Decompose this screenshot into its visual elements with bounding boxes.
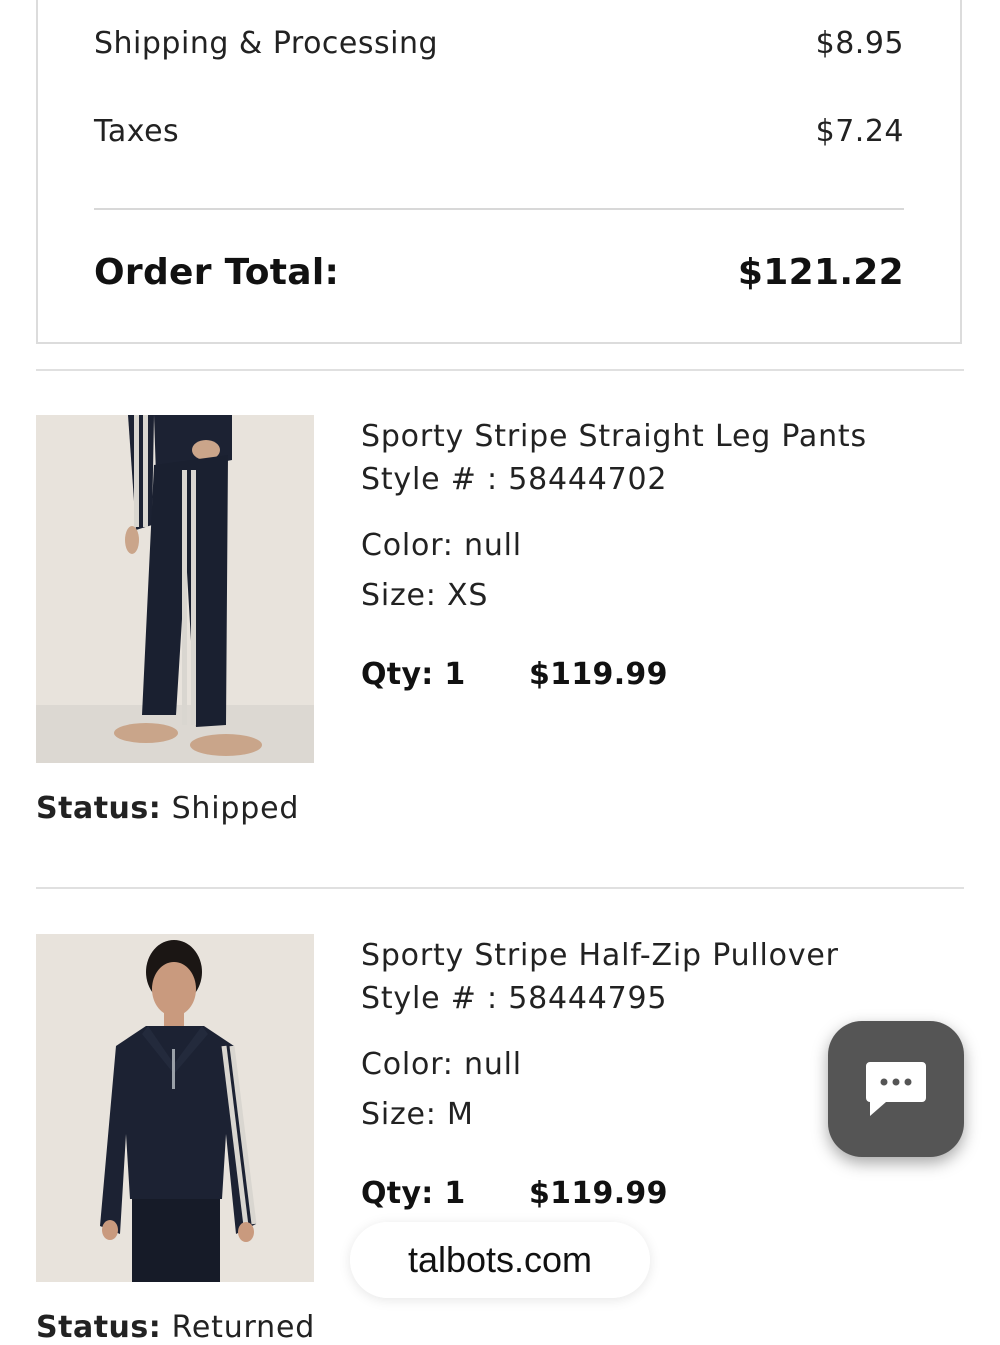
item-qty: Qty: 1 [361, 1176, 466, 1211]
item-style-number: Style # : 58444702 [361, 462, 668, 497]
item-price: $119.99 [529, 657, 668, 692]
chat-bubble-icon [866, 1062, 926, 1116]
item-style-number: Style # : 58444795 [361, 981, 668, 1016]
item-name[interactable]: Sporty Stripe Half-Zip Pullover [361, 934, 964, 977]
browser-url-text: talbots.com [407, 1239, 593, 1280]
item-details: Sporty Stripe Straight Leg Pants Style #… [361, 415, 964, 692]
shipping-row: Shipping & Processing $8.95 [94, 26, 904, 61]
status-label: Status: [36, 791, 162, 826]
item-name[interactable]: Sporty Stripe Straight Leg Pants [361, 415, 964, 458]
browser-url-bar[interactable]: talbots.com [350, 1222, 650, 1298]
order-total-label: Order Total: [94, 252, 340, 293]
item-color: Color: null [361, 528, 522, 563]
status-value: Shipped [171, 791, 300, 826]
summary-divider [94, 208, 904, 210]
item-price: $119.99 [529, 1176, 668, 1211]
section-divider [36, 887, 964, 889]
taxes-row: Taxes $7.24 [94, 114, 904, 149]
shipping-label: Shipping & Processing [94, 26, 439, 61]
shipping-value: $8.95 [815, 26, 904, 61]
status-label: Status: [36, 1310, 162, 1345]
item-size: Size: XS [361, 578, 489, 613]
pullover-product-photo[interactable] [36, 934, 314, 1282]
taxes-label: Taxes [94, 114, 180, 149]
section-divider [36, 369, 964, 371]
pants-product-photo[interactable] [36, 415, 314, 763]
item-price-row: Qty: 1 $119.99 [361, 1176, 964, 1211]
chat-button[interactable] [828, 1021, 964, 1157]
item-status: Status: Returned [36, 1310, 315, 1345]
item-qty: Qty: 1 [361, 657, 466, 692]
order-total-row: Order Total: $121.22 [94, 252, 904, 293]
status-value: Returned [171, 1310, 316, 1345]
order-total-value: $121.22 [737, 252, 904, 293]
taxes-value: $7.24 [815, 114, 904, 149]
order-summary: Shipping & Processing $8.95 Taxes $7.24 … [36, 0, 962, 344]
item-price-row: Qty: 1 $119.99 [361, 657, 964, 692]
item-status: Status: Shipped [36, 791, 299, 826]
